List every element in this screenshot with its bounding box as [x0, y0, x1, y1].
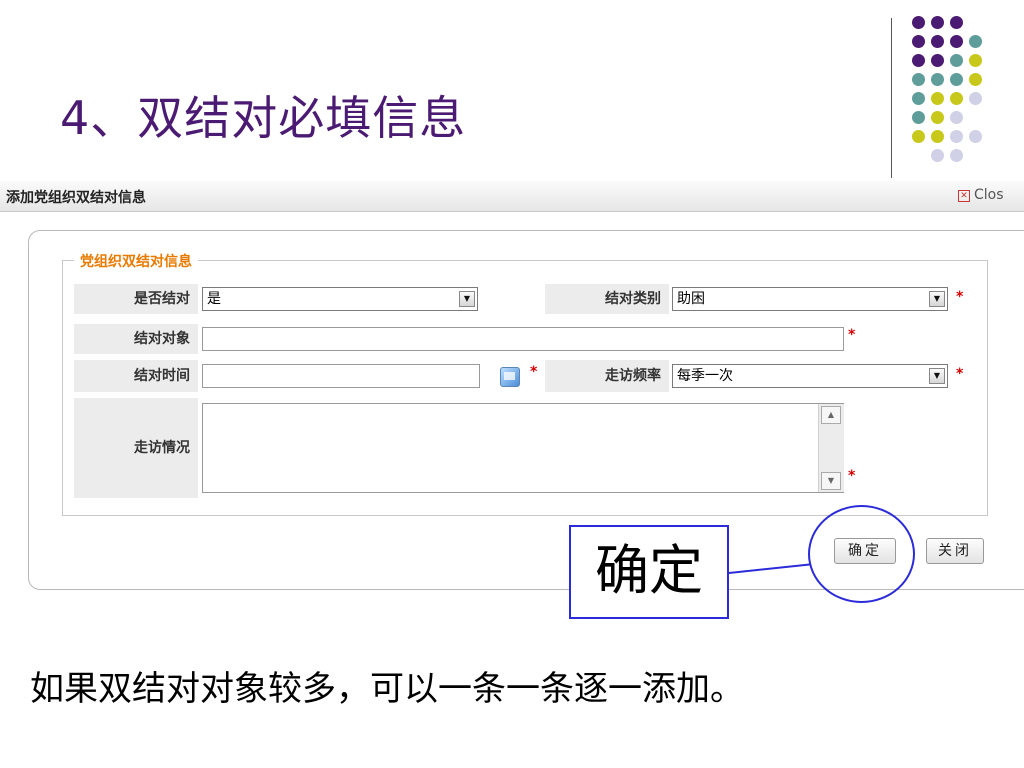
- scroll-down-icon[interactable]: ▼: [821, 472, 841, 490]
- decorative-dot: [912, 73, 925, 86]
- decorative-dot: [969, 35, 982, 48]
- fieldset-legend: 党组织双结对信息: [74, 251, 198, 271]
- decorative-dot: [950, 111, 963, 124]
- decorative-dot: [969, 54, 982, 67]
- required-mark: *: [848, 468, 856, 484]
- dialog-title-bar: 添加党组织双结对信息 ✕ Clos: [0, 181, 1024, 212]
- slide-title: 4、双结对必填信息: [60, 91, 467, 145]
- chevron-down-icon[interactable]: ▼: [929, 291, 945, 307]
- close-button[interactable]: 关闭: [926, 538, 984, 564]
- visit-freq-label: 走访频率: [545, 360, 669, 392]
- pair-time-label: 结对时间: [74, 360, 198, 392]
- decorative-dot: [931, 130, 944, 143]
- close-icon: ✕: [958, 190, 970, 202]
- required-mark: *: [956, 289, 964, 305]
- is-pair-label: 是否结对: [74, 284, 198, 314]
- decorative-divider: [891, 18, 892, 178]
- visit-status-label: 走访情况: [74, 398, 198, 498]
- pair-type-select[interactable]: 助困 ▼: [672, 287, 948, 311]
- decorative-dot: [931, 54, 944, 67]
- required-mark: *: [530, 364, 538, 380]
- decorative-dot: [950, 16, 963, 29]
- decorative-dot: [950, 130, 963, 143]
- visit-freq-value: 每季一次: [677, 368, 733, 384]
- callout-label: 确定: [569, 525, 729, 619]
- required-mark: *: [956, 366, 964, 382]
- decorative-dot: [950, 92, 963, 105]
- bottom-note: 如果双结对对象较多，可以一条一条逐一添加。: [30, 669, 744, 709]
- decorative-dot: [912, 35, 925, 48]
- decorative-dot: [950, 149, 963, 162]
- decorative-dot: [931, 16, 944, 29]
- dialog-close-label: Clos: [974, 187, 1004, 203]
- decorative-dot: [950, 54, 963, 67]
- pair-type-label: 结对类别: [545, 284, 669, 314]
- decorative-dot: [912, 92, 925, 105]
- decorative-dot: [912, 16, 925, 29]
- pair-type-value: 助困: [677, 291, 705, 307]
- decorative-dot: [931, 111, 944, 124]
- decorative-dot: [969, 92, 982, 105]
- is-pair-select[interactable]: 是 ▼: [202, 287, 478, 311]
- decorative-dot: [931, 73, 944, 86]
- decorative-dot: [931, 149, 944, 162]
- decorative-dot: [969, 73, 982, 86]
- scroll-up-icon[interactable]: ▲: [821, 406, 841, 424]
- visit-status-textarea[interactable]: [202, 403, 844, 493]
- decorative-dot: [950, 35, 963, 48]
- pair-time-input[interactable]: [202, 364, 480, 388]
- decorative-dot: [931, 35, 944, 48]
- textarea-scrollbar[interactable]: ▲ ▼: [818, 404, 844, 492]
- visit-freq-select[interactable]: 每季一次 ▼: [672, 364, 948, 388]
- callout-highlight-ring: [808, 505, 915, 603]
- decorative-dot: [912, 130, 925, 143]
- required-mark: *: [848, 327, 856, 343]
- chevron-down-icon[interactable]: ▼: [459, 291, 475, 307]
- decorative-dot: [931, 92, 944, 105]
- dialog-title: 添加党组织双结对信息: [6, 190, 146, 206]
- chevron-down-icon[interactable]: ▼: [929, 368, 945, 384]
- pair-target-label: 结对对象: [74, 324, 198, 354]
- decorative-dot: [969, 130, 982, 143]
- calendar-icon[interactable]: [500, 367, 520, 387]
- decorative-dot: [950, 73, 963, 86]
- decorative-dot: [912, 111, 925, 124]
- is-pair-value: 是: [207, 291, 221, 307]
- decorative-dot: [912, 54, 925, 67]
- dialog-close-button[interactable]: ✕ Clos: [958, 187, 1004, 203]
- pair-target-input[interactable]: [202, 327, 844, 351]
